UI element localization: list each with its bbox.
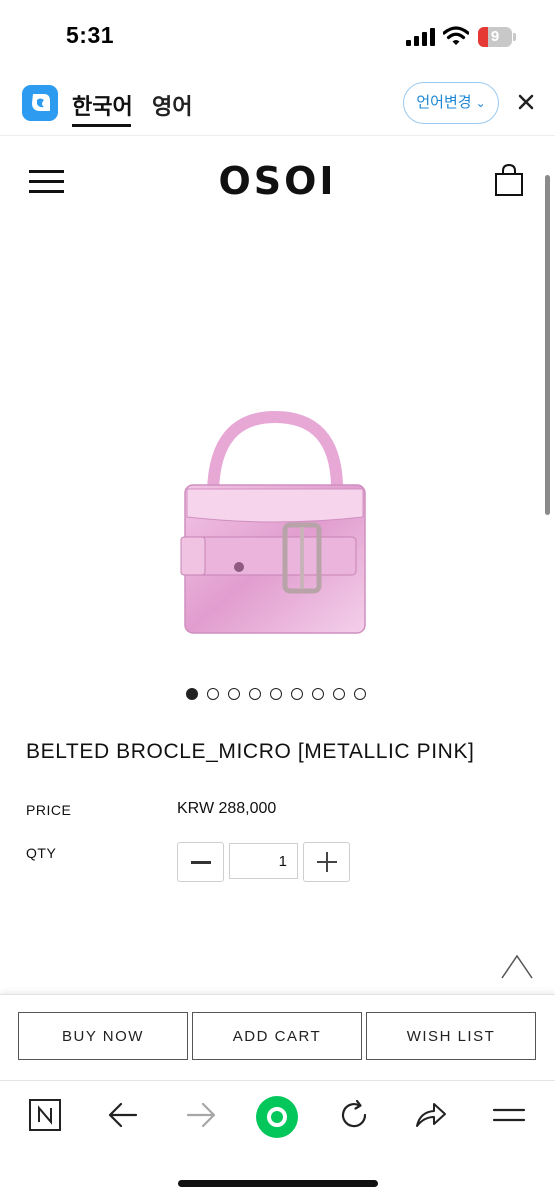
carousel-dot[interactable] [186,688,198,700]
chevron-down-icon: ⌄ [475,96,486,110]
language-change-label: 언어변경 [416,94,472,111]
wifi-icon [443,26,469,45]
tab-english[interactable]: 영어 [152,89,192,121]
close-icon[interactable] [514,90,538,114]
carousel-dot[interactable] [333,688,345,700]
carousel-dot[interactable] [312,688,324,700]
carousel-dot[interactable] [207,688,219,700]
green-dot-icon[interactable] [255,1095,299,1139]
back-arrow-icon[interactable] [106,1098,140,1132]
qty-label: QTY [26,845,57,861]
purchase-action-bar: BUY NOW ADD CART WISH LIST [0,994,555,1080]
price-label: PRICE [26,802,72,818]
product-title: BELTED BROCLE_MICRO [METALLIC PINK] [26,740,475,763]
image-carousel-dots [186,688,366,702]
papago-logo-icon[interactable] [22,85,58,121]
product-image[interactable] [175,405,375,645]
scroll-to-top-icon[interactable] [500,952,534,980]
menu-icon[interactable] [492,1098,526,1132]
reload-icon[interactable] [337,1098,371,1132]
quantity-input[interactable] [229,843,298,879]
translate-bar: 한국어 영어 언어변경 ⌄ [0,72,555,136]
home-indicator[interactable] [178,1180,378,1187]
battery-level: 9 [490,28,500,45]
shopping-bag-icon[interactable] [494,163,524,197]
status-time: 5:31 [66,22,115,48]
battery-icon: 9 [478,27,516,47]
signal-icon [406,28,435,46]
wish-list-button[interactable]: WISH LIST [366,1012,536,1060]
price-value: KRW 288,000 [177,800,277,817]
page-scrollbar[interactable] [545,175,550,515]
brand-logo[interactable]: OSOI [0,159,555,203]
add-cart-button[interactable]: ADD CART [192,1012,362,1060]
forward-arrow-icon [186,1102,216,1128]
naver-home-icon[interactable] [28,1098,62,1132]
active-tab-indicator [72,124,131,127]
carousel-dot[interactable] [249,688,261,700]
site-header: OSOI [0,137,555,227]
carousel-dot[interactable] [291,688,303,700]
share-icon[interactable] [414,1098,448,1132]
status-bar: 5:31 9 [0,0,555,72]
language-change-button[interactable]: 언어변경 ⌄ [403,82,499,124]
carousel-dot[interactable] [270,688,282,700]
qty-decrease-button[interactable] [177,842,224,882]
carousel-dot[interactable] [228,688,240,700]
qty-increase-button[interactable] [303,842,350,882]
carousel-dot[interactable] [354,688,366,700]
tab-korean[interactable]: 한국어 [72,89,133,121]
buy-now-button[interactable]: BUY NOW [18,1012,188,1060]
